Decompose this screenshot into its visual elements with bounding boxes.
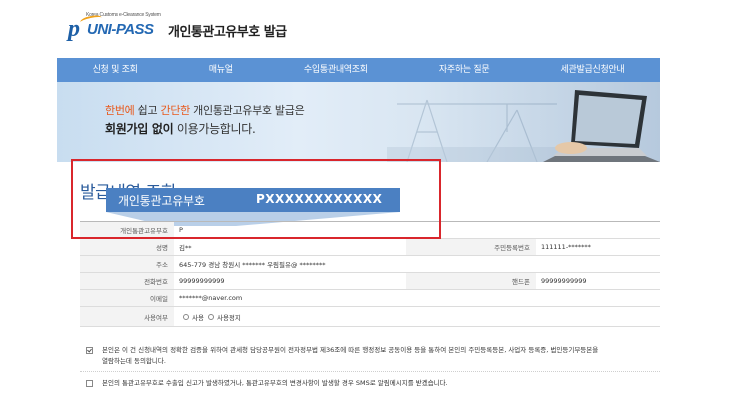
label-usage: 사용여부 [80, 307, 174, 326]
unipass-logo[interactable]: Korea Customs e-Clearance System p UNI-P… [68, 12, 164, 46]
value-name: 김** [179, 244, 192, 252]
consent-item-2: 본인의 통관고유부호로 수출입 신고가 발생하였거나, 통관고유부호의 변경사항… [86, 378, 656, 389]
label-email: 이메일 [80, 290, 174, 306]
consent-checkbox-2[interactable] [86, 380, 93, 387]
nav-item-customs-guide[interactable]: 세관발급신청안내 [525, 58, 660, 82]
consent-item-1: 본인은 이 건 신청내역의 정확한 검증을 위하여 관세청 담당공무원이 전자정… [86, 345, 656, 367]
table-row: 이메일 *******@naver.com [80, 290, 660, 307]
label-phone: 전화번호 [80, 273, 174, 289]
banner-highlight-simple: 간단한 [160, 104, 191, 117]
table-row: 성명 김** 주민등록번호 111111-******* [80, 239, 660, 256]
label-address: 주소 [80, 256, 174, 272]
banner-no-signup: 회원가입 없이 [105, 122, 174, 136]
value-phone: 99999999999 [179, 277, 225, 285]
nav-item-manual[interactable]: 매뉴얼 [173, 58, 268, 82]
consent-text-1-line2: 열람하는데 동의합니다. [102, 357, 166, 365]
value-mobile: 99999999999 [541, 277, 587, 285]
consent-checkbox-1[interactable] [86, 347, 93, 354]
value-email: *******@naver.com [179, 294, 243, 302]
hero-banner: 한번에 쉽고 간단한 개인통관고유부호 발급은 회원가입 없이 이용가능합니다. [57, 82, 660, 162]
banner-line1: 한번에 쉽고 간단한 개인통관고유부호 발급은 [105, 102, 305, 118]
consent-text-1: 본인은 이 건 신청내역의 정확한 검증을 위하여 관세청 담당공무원이 전자정… [102, 345, 656, 367]
consent-text-2: 본인의 통관고유부호로 수출입 신고가 발생하였거나, 통관고유부호의 변경사항… [102, 378, 656, 389]
banner-line2: 회원가입 없이 이용가능합니다. [105, 120, 256, 137]
highlight-frame [71, 159, 441, 239]
table-row: 전화번호 99999999999 핸드폰 99999999999 [80, 273, 660, 290]
logo-text: UNI-PASS [87, 21, 154, 38]
consent-divider [80, 371, 660, 372]
logo-p: p [68, 16, 80, 42]
label-mobile: 핸드폰 [406, 273, 536, 289]
laptop-illustration [543, 90, 660, 162]
service-title: 개인통관고유부호 발급 [168, 25, 287, 40]
header: Korea Customs e-Clearance System p UNI-P… [0, 0, 730, 58]
banner-available: 이용가능합니다. [173, 122, 256, 136]
radio-use-label: 사용 [192, 313, 204, 322]
radio-suspend[interactable] [207, 313, 214, 320]
consent-text-1-line1: 본인은 이 건 신청내역의 정확한 검증을 위하여 관세청 담당공무원이 전자정… [102, 346, 599, 354]
table-row: 사용여부 사용 사용정지 [80, 307, 660, 327]
table-row: 주소 645-779 경남 창원시 ******* 우림필유@ ******** [80, 256, 660, 273]
radio-suspend-label: 사용정지 [216, 313, 241, 322]
banner-highlight-once: 한번에 [105, 104, 135, 117]
nav-item-faq[interactable]: 자주하는 질문 [403, 58, 525, 82]
nav-item-import-clearance[interactable]: 수입통관내역조회 [268, 58, 403, 82]
label-resident-no: 주민등록번호 [406, 239, 536, 255]
main-nav: 신청 및 조회 매뉴얼 수입통관내역조회 자주하는 질문 세관발급신청안내 [57, 58, 660, 82]
banner-text-issue: 개인통관고유부호 발급은 [189, 104, 305, 117]
label-name: 성명 [80, 239, 174, 255]
nav-item-apply-inquiry[interactable]: 신청 및 조회 [57, 58, 173, 82]
banner-text-easy: 쉽고 [134, 104, 161, 117]
value-address: 645-779 경남 창원시 ******* 우림필유@ ******** [179, 261, 326, 269]
value-resident-no: 111111-******* [541, 243, 591, 251]
consent-text-2-line1: 본인의 통관고유부호로 수출입 신고가 발생하였거나, 통관고유부호의 변경사항… [102, 379, 448, 387]
radio-use[interactable] [183, 313, 189, 320]
usage-radio-group: 사용 사용정지 [174, 307, 660, 326]
